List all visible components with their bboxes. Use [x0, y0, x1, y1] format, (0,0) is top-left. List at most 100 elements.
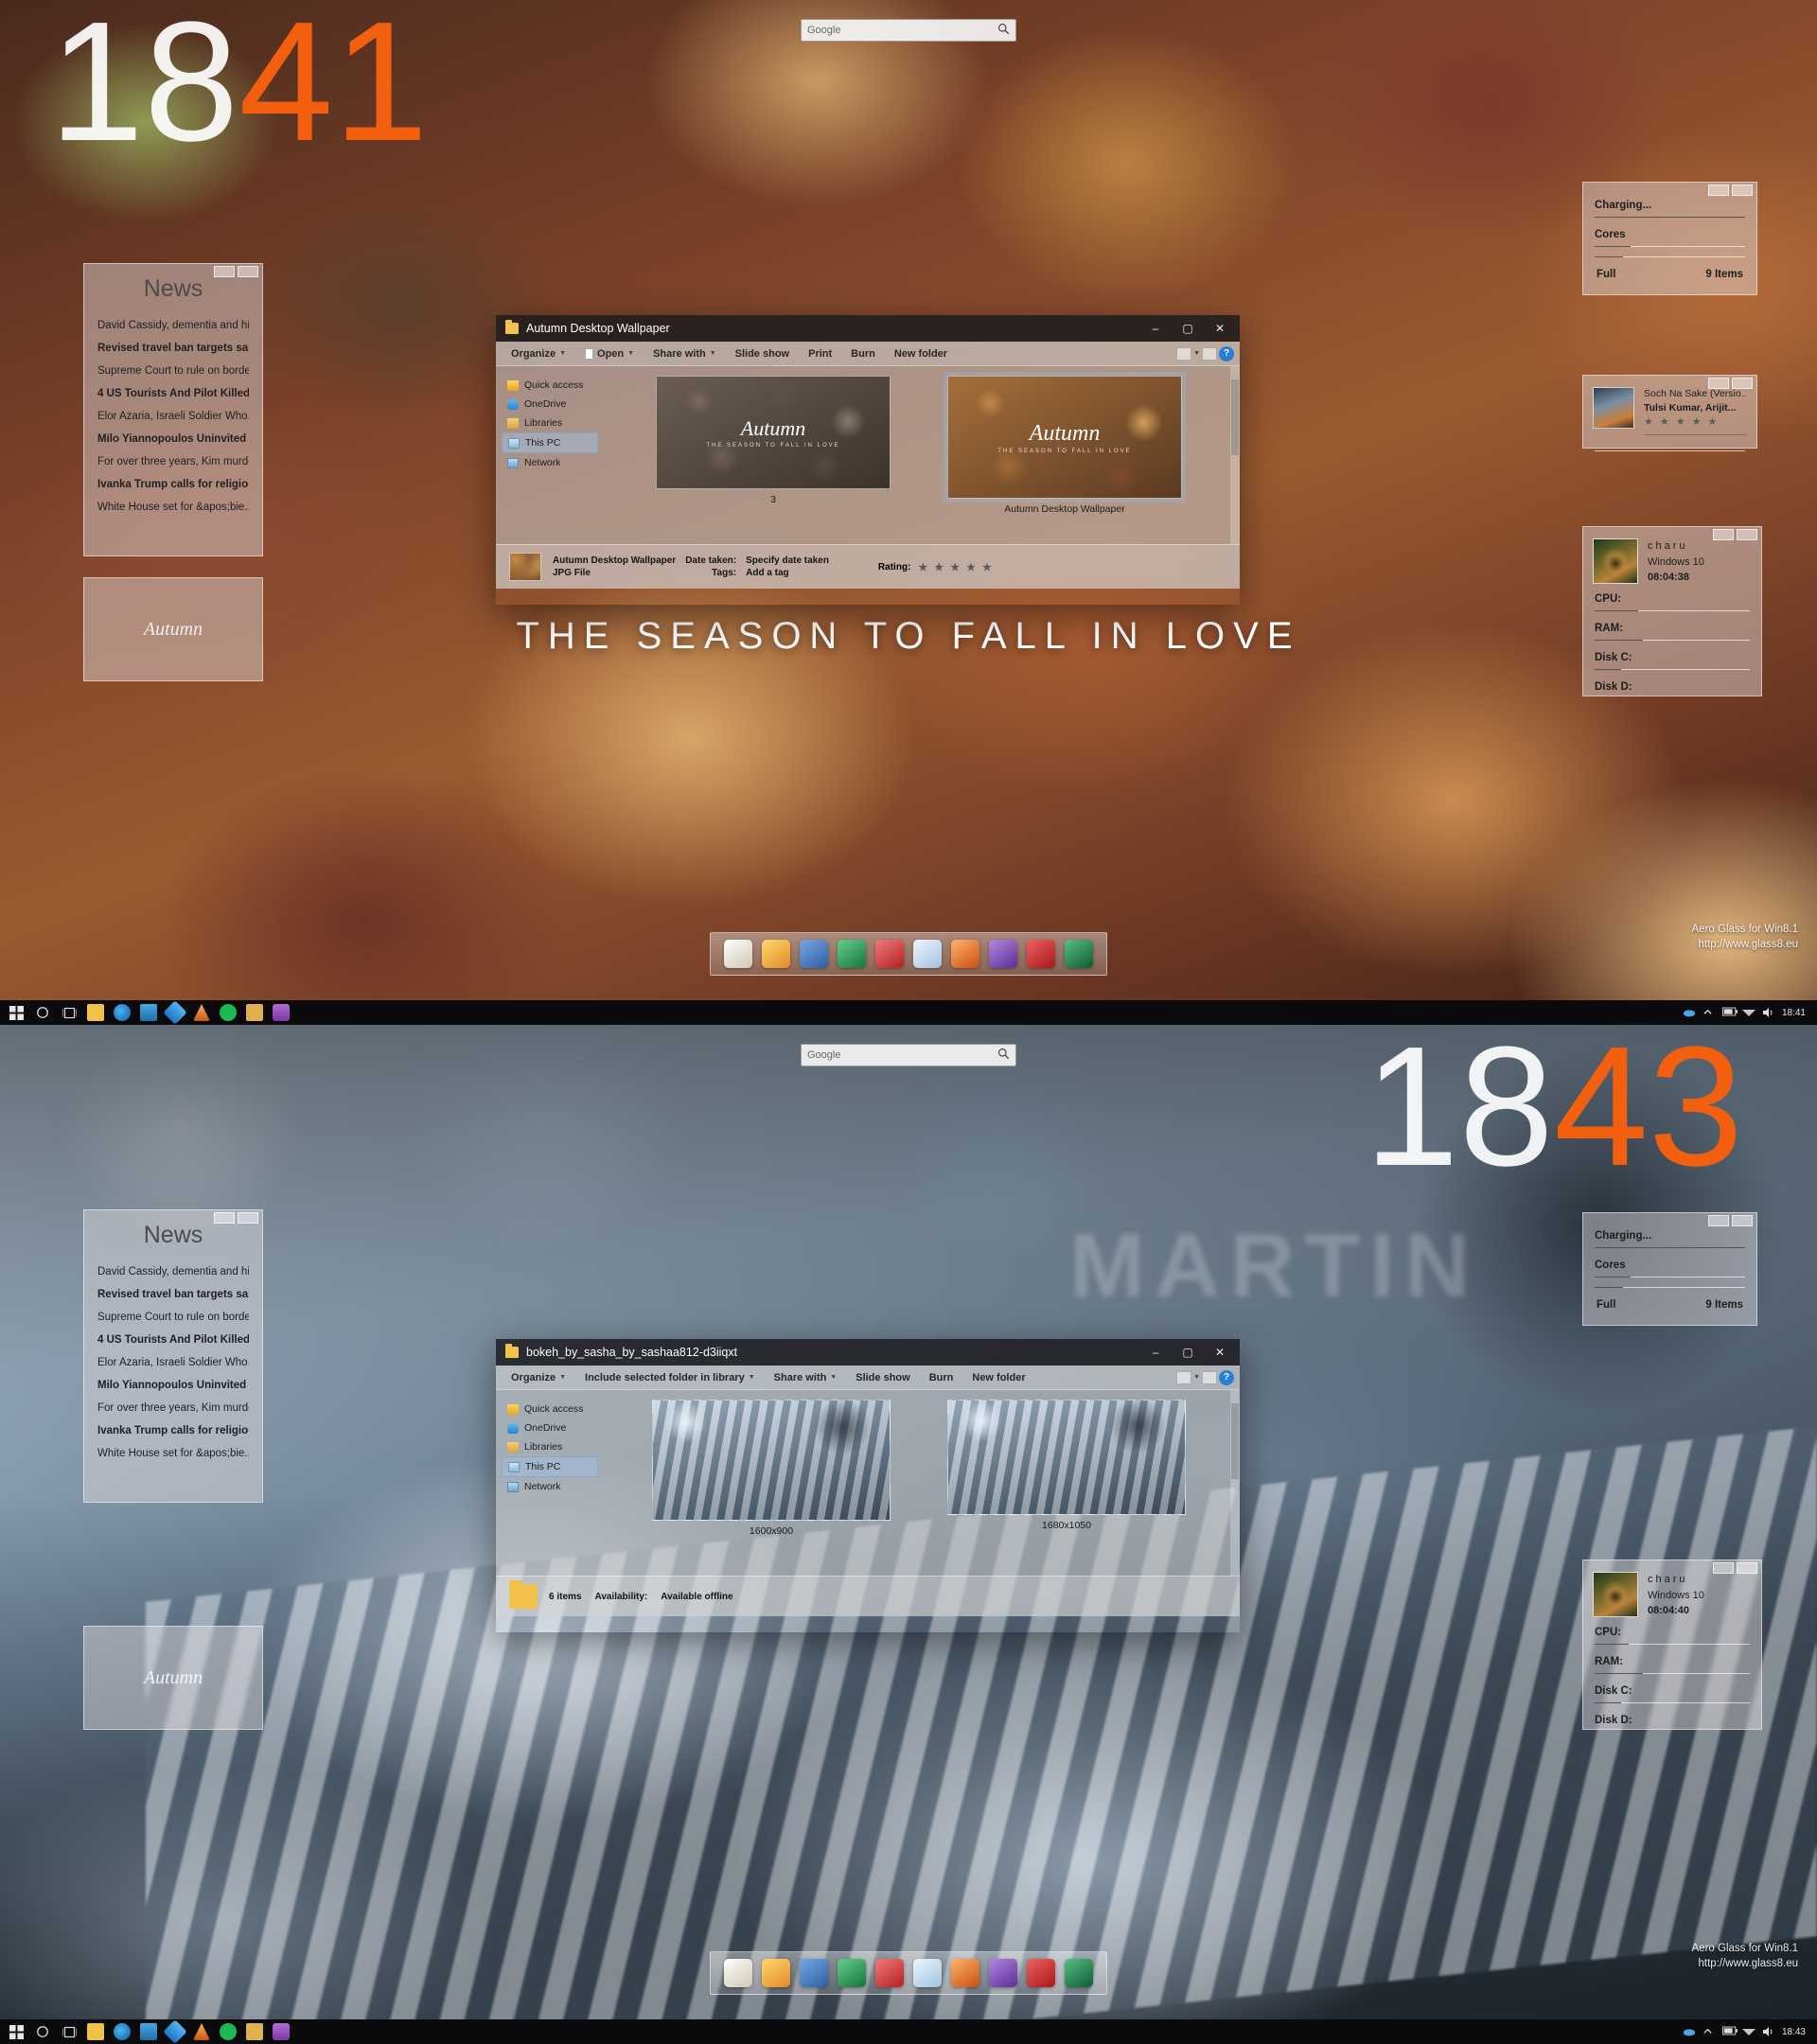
sysinfo-close-button[interactable] [1737, 529, 1757, 540]
wifi-icon[interactable] [1741, 1007, 1755, 1019]
close-button[interactable]: ✕ [1204, 315, 1236, 342]
weather-icon[interactable] [913, 1959, 942, 1987]
news-close-button[interactable] [238, 1212, 258, 1224]
toolbar-print[interactable]: Print [799, 344, 841, 364]
list-item[interactable]: David Cassidy, dementia and his... [97, 1260, 249, 1283]
coreldraw-icon[interactable] [875, 1959, 904, 1987]
list-item[interactable]: White House set for &apos;bie... [97, 496, 249, 519]
sysinfo-settings-button[interactable] [1713, 529, 1734, 540]
toolbar-share-with[interactable]: Share with ▼ [765, 1367, 847, 1388]
dock-bar[interactable] [710, 1951, 1107, 1995]
news-widget[interactable]: News David Cassidy, dementia and his... … [83, 263, 263, 556]
battery-close-button[interactable] [1732, 1215, 1753, 1226]
details-rating[interactable]: Rating: ★ ★ ★ ★ ★ [878, 561, 994, 573]
search-icon[interactable] [997, 1048, 1010, 1063]
battery-settings-button[interactable] [1708, 185, 1729, 196]
system-tray[interactable]: 18:41 [1683, 1007, 1813, 1019]
battery-widget[interactable]: Charging... Cores Full 9 Items [1582, 1212, 1757, 1326]
dock-bar[interactable] [710, 932, 1107, 976]
tools-icon[interactable] [800, 1959, 828, 1987]
taskbar-clock[interactable]: 18:43 [1782, 2027, 1806, 2037]
vertical-scrollbar[interactable] [1230, 1390, 1240, 1576]
wifi-icon[interactable] [1741, 2026, 1755, 2038]
close-button[interactable]: ✕ [1204, 1339, 1236, 1366]
weather-icon[interactable] [913, 940, 942, 968]
toolbar-burn[interactable]: Burn [841, 344, 885, 364]
chevron-down-icon[interactable]: ▼ [1193, 1374, 1200, 1381]
chevron-down-icon[interactable]: ▼ [1193, 350, 1200, 357]
google-search-bar[interactable]: Google [801, 19, 1016, 42]
taskview-icon[interactable] [57, 1000, 81, 1025]
toolbar-right-group[interactable]: ▼ ? [1176, 1369, 1234, 1385]
media-icon[interactable] [951, 940, 979, 968]
vlc-icon[interactable] [189, 1000, 214, 1025]
volume-slider[interactable] [1644, 434, 1747, 436]
explorer-file-list[interactable]: Autumn THE SEASON TO FALL IN LOVE 3 Autu… [598, 366, 1240, 544]
list-item[interactable]: Autumn THE SEASON TO FALL IN LOVE 3 [656, 376, 891, 515]
list-item[interactable]: Supreme Court to rule on border... [97, 360, 249, 382]
music-widget-buttons[interactable] [1708, 378, 1753, 389]
battery-icon[interactable] [1721, 2026, 1738, 2038]
list-item[interactable]: 4 US Tourists And Pilot Killed In A... [97, 382, 249, 405]
list-item[interactable]: Revised travel ban targets same... [97, 1283, 249, 1306]
paint-icon[interactable] [724, 940, 752, 968]
toolbar-include-in-library[interactable]: Include selected folder in library ▼ [575, 1367, 765, 1388]
tools-icon[interactable] [800, 940, 828, 968]
cortana-icon[interactable] [30, 2019, 55, 2044]
onedrive-tray-icon[interactable] [1683, 1007, 1696, 1019]
toolbar-right-group[interactable]: ▼ ? [1176, 345, 1234, 361]
explorer-window-autumn[interactable]: Autumn Desktop Wallpaper – ▢ ✕ Organize ▼… [496, 315, 1240, 605]
excel-icon[interactable] [1065, 940, 1093, 968]
file-thumbnail[interactable] [652, 1400, 891, 1521]
start-icon[interactable] [4, 2019, 28, 2044]
volume-icon[interactable] [1762, 1007, 1774, 1019]
sidebar-item-quick-access[interactable]: Quick access [502, 376, 598, 395]
explorer-nav-pane[interactable]: Quick access OneDrive Libraries This PC … [496, 1390, 598, 1576]
battery-widget-buttons[interactable] [1708, 1215, 1753, 1226]
volume-icon[interactable] [1762, 2026, 1774, 2038]
dropbox-icon[interactable] [163, 2019, 187, 2044]
help-icon[interactable]: ? [1219, 1369, 1234, 1385]
explorer-window-bokeh[interactable]: bokeh_by_sasha_by_sashaa812-d3iiqxt – ▢ … [496, 1339, 1240, 1632]
books-icon[interactable] [762, 940, 790, 968]
sysinfo-widget-buttons[interactable] [1713, 1562, 1757, 1574]
toolbar-new-folder[interactable]: New folder [885, 344, 957, 364]
app-icon[interactable] [269, 1000, 293, 1025]
store-icon[interactable] [136, 2019, 161, 2044]
list-item[interactable]: 4 US Tourists And Pilot Killed In A... [97, 1329, 249, 1351]
sysinfo-close-button[interactable] [1737, 1562, 1757, 1574]
music-close-button[interactable] [1732, 378, 1753, 389]
edge-icon[interactable] [110, 1000, 134, 1025]
system-tray[interactable]: 18:43 [1683, 2026, 1813, 2038]
track-rating[interactable]: ★ ★ ★ ★ ★ [1644, 415, 1747, 431]
music-settings-button[interactable] [1708, 378, 1729, 389]
news-settings-button[interactable] [214, 1212, 235, 1224]
toolbar-burn[interactable]: Burn [920, 1367, 963, 1388]
window-title-bar[interactable]: Autumn Desktop Wallpaper – ▢ ✕ [496, 315, 1240, 342]
toolbar-organize[interactable]: Organize ▼ [502, 344, 575, 364]
news-close-button[interactable] [238, 266, 258, 277]
sysinfo-settings-button[interactable] [1713, 1562, 1734, 1574]
rating-stars[interactable]: ★ ★ ★ ★ ★ [918, 561, 994, 573]
dropbox-icon[interactable] [163, 1000, 187, 1025]
google-search-bar[interactable]: Google [801, 1044, 1016, 1066]
paint-icon[interactable] [724, 1959, 752, 1987]
battery-icon[interactable] [1721, 1007, 1738, 1019]
start-icon[interactable] [4, 1000, 28, 1025]
help-icon[interactable]: ? [1219, 345, 1234, 361]
file-thumbnail[interactable]: Autumn THE SEASON TO FALL IN LOVE [656, 376, 891, 489]
opera-icon[interactable] [989, 940, 1017, 968]
sidebar-item-this-pc[interactable]: This PC [502, 1456, 598, 1477]
vertical-scrollbar[interactable] [1230, 366, 1240, 544]
list-item[interactable]: Milo Yiannopoulos Uninvited to... [97, 1374, 249, 1397]
sidebar-item-this-pc[interactable]: This PC [502, 432, 598, 453]
news-widget-buttons[interactable] [214, 1212, 258, 1224]
music-widget[interactable]: Soch Na Sake (Versio.. Tulsi Kumar, Arij… [1582, 375, 1757, 452]
sysinfo-widget-buttons[interactable] [1713, 529, 1757, 540]
youtube-icon[interactable] [1027, 1959, 1055, 1987]
battery-widget-buttons[interactable] [1708, 185, 1753, 196]
news-widget-buttons[interactable] [214, 266, 258, 277]
list-item[interactable]: For over three years, Kim murder... [97, 450, 249, 473]
explorer-file-list[interactable]: 1600x900 1680x1050 [598, 1390, 1240, 1576]
sidebar-item-libraries[interactable]: Libraries [502, 414, 598, 432]
